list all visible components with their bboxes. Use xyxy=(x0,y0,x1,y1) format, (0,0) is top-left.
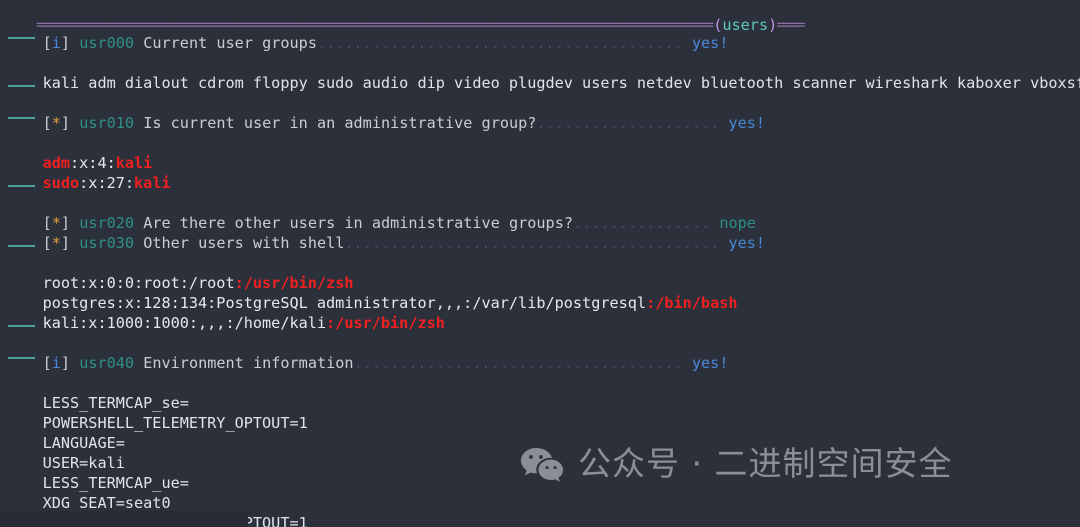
banner-rule-right: ═══ xyxy=(777,16,805,34)
env-var-row: USER=kali xyxy=(6,433,125,472)
check-result: yes! xyxy=(728,114,766,132)
env-var-row: LESS_TERMCAP_se= xyxy=(6,373,189,412)
passwd-entry-row: root:x:0:0:root:/root:/usr/bin/zsh xyxy=(6,253,354,292)
info-icon: i xyxy=(51,34,61,52)
star-icon: * xyxy=(51,114,61,132)
separator-rule xyxy=(8,185,35,187)
user-groups-text: kali adm dialout cdrom floppy sudo audio… xyxy=(42,74,1080,92)
wechat-icon xyxy=(520,446,564,482)
watermark-text: 公众号 · 二进制空间安全 xyxy=(578,444,953,483)
watermark: 公众号 · 二进制空间安全 xyxy=(520,445,952,483)
dot-leader: ........................................… xyxy=(344,234,720,252)
check-result: yes! xyxy=(691,34,729,52)
check-line-usr030: [*] usr030 Other users with shell.......… xyxy=(6,213,765,252)
passwd-entry-shell: :/usr/bin/zsh xyxy=(326,314,445,332)
check-text: Other users with shell xyxy=(143,234,345,252)
separator-rule xyxy=(8,357,35,359)
passwd-entry-fields: kali:x:1000:1000:,,,:/home/kali xyxy=(42,314,327,332)
check-line-usr020: [*] usr020 Are there other users in admi… xyxy=(6,193,756,232)
env-var-row: LESS_TERMCAP_ue= xyxy=(6,453,189,492)
marker-close-bracket: ] xyxy=(60,114,71,132)
passwd-entry-row: postgres:x:128:134:PostgreSQL administra… xyxy=(6,273,738,312)
admin-group-row: adm:x:4:kali xyxy=(6,133,153,172)
admin-group-mid: :x:27: xyxy=(79,174,135,192)
star-icon: * xyxy=(51,234,61,252)
check-id: usr000 xyxy=(79,34,135,52)
marker-close-bracket: ] xyxy=(60,354,71,372)
separator-rule xyxy=(8,245,35,247)
passwd-entry-row: kali:x:1000:1000:,,,:/home/kali:/usr/bin… xyxy=(6,293,445,332)
user-groups-line: kali adm dialout cdrom floppy sudo audio… xyxy=(6,53,1080,92)
marker-close-bracket: ] xyxy=(60,234,71,252)
dot-leader: .................................... xyxy=(353,354,683,372)
marker-open-bracket: [ xyxy=(42,34,52,52)
admin-group-name: sudo xyxy=(42,174,80,192)
section-banner: ════════════════════════════════════════… xyxy=(0,0,805,34)
check-result: yes! xyxy=(691,354,729,372)
admin-group-row: sudo:x:27:kali xyxy=(6,153,171,192)
check-text: Current user groups xyxy=(143,34,317,52)
status-bar: 192.168.56.111 xyxy=(0,511,248,527)
separator-rule xyxy=(8,37,35,39)
separator-rule xyxy=(8,117,35,119)
banner-close-paren: ) xyxy=(768,16,778,34)
env-var-row: XDG_SEAT=seat0 xyxy=(6,473,171,512)
env-var-row: POWERSHELL_TELEMETRY_OPTOUT=1 xyxy=(6,393,308,432)
dot-leader: ........................................ xyxy=(316,34,683,52)
info-icon: i xyxy=(51,354,61,372)
check-line-usr010: [*] usr010 Is current user in an adminis… xyxy=(6,93,765,132)
env-var-row: LANGUAGE= xyxy=(6,413,125,452)
check-id: usr040 xyxy=(79,354,135,372)
marker-open-bracket: [ xyxy=(42,234,52,252)
terminal-screen[interactable]: ════════════════════════════════════════… xyxy=(0,0,1080,527)
check-text: Is current user in an administrative gro… xyxy=(143,114,537,132)
marker-open-bracket: [ xyxy=(42,354,52,372)
separator-rule xyxy=(8,85,35,87)
admin-group-member: kali xyxy=(134,174,171,192)
check-id: usr010 xyxy=(79,114,135,132)
check-id: usr030 xyxy=(79,234,135,252)
passwd-entry-shell: :/bin/bash xyxy=(646,294,738,312)
marker-close-bracket: ] xyxy=(60,34,71,52)
check-line-usr040: [i] usr040 Environment information......… xyxy=(6,333,729,372)
check-line-usr000: [i] usr000 Current user groups..........… xyxy=(6,13,729,52)
separator-rule xyxy=(8,325,35,327)
check-text: Environment information xyxy=(143,354,354,372)
check-result: yes! xyxy=(728,234,766,252)
dot-leader: .................... xyxy=(536,114,720,132)
banner-title: users xyxy=(722,16,769,34)
marker-open-bracket: [ xyxy=(42,114,52,132)
env-var-row: DOTNET_CLI_TELEMETRY_OPTOUT=1 xyxy=(6,493,308,527)
